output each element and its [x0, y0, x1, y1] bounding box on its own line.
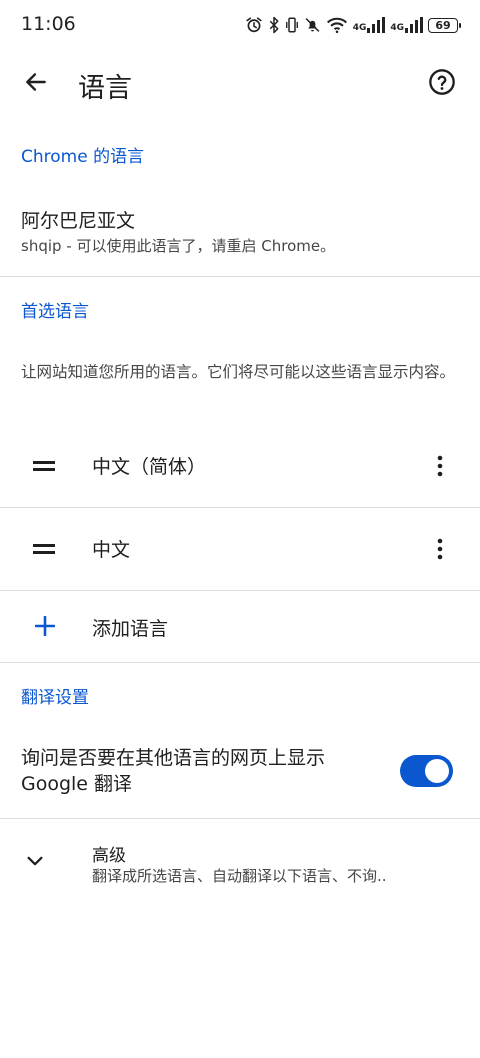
page-title: 语言 [78, 73, 132, 104]
network-type-2: 4G [390, 23, 404, 33]
current-language-name: 阿尔巴尼亚文 [21, 210, 136, 232]
status-icons: 4G 4G 69 [245, 14, 461, 36]
more-options-button[interactable] [422, 531, 458, 567]
advanced-subtitle: 翻译成所选语言、自动翻译以下语言、不询.. [92, 867, 387, 885]
add-language-label: 添加语言 [92, 618, 169, 640]
bluetooth-icon [269, 16, 279, 34]
offer-translate-row[interactable]: 询问是否要在其他语言的网页上显示 Google 翻译 [0, 735, 480, 815]
help-icon [429, 69, 455, 95]
arrow-back-icon [26, 73, 46, 91]
vibrate-icon [285, 17, 298, 33]
mute-icon [305, 18, 320, 32]
language-name: 中文 [92, 539, 131, 561]
current-language-subtitle: shqip - 可以使用此语言了，请重启 Chrome。 [21, 237, 336, 255]
divider [0, 662, 480, 663]
alarm-icon [246, 17, 262, 33]
status-time: 11:06 [21, 13, 76, 35]
signal-icon-2: 4G [390, 17, 423, 33]
chrome-language-item[interactable]: 阿尔巴尼亚文 shqip - 可以使用此语言了，请重启 Chrome。 [0, 190, 480, 275]
advanced-title: 高级 [92, 846, 126, 866]
plus-icon [35, 616, 55, 636]
more-vert-icon [437, 455, 443, 477]
wifi-icon [326, 17, 347, 34]
chevron-down-icon [27, 856, 43, 866]
help-button[interactable] [420, 60, 464, 104]
section-header-preferred-languages: 首选语言 [21, 302, 89, 322]
offer-translate-toggle[interactable] [400, 755, 453, 787]
battery-level: 69 [435, 18, 451, 32]
app-bar: 语言 [0, 50, 480, 118]
preferred-languages-description: 让网站知道您所用的语言。它们将尽可能以这些语言显示内容。 [21, 363, 456, 381]
offer-translate-label: 询问是否要在其他语言的网页上显示 Google 翻译 [21, 747, 326, 795]
drag-handle-icon[interactable] [33, 544, 55, 554]
advanced-row[interactable]: 高级 翻译成所选语言、自动翻译以下语言、不询.. [0, 825, 480, 900]
divider [0, 818, 480, 819]
network-type-1: 4G [352, 23, 367, 33]
signal-icon: 4G [353, 17, 386, 33]
drag-handle-icon[interactable] [33, 461, 55, 471]
divider [0, 276, 480, 277]
language-row[interactable]: 中文（简体） [0, 424, 480, 506]
language-name: 中文（简体） [92, 456, 207, 478]
toggle-knob [425, 759, 449, 783]
section-header-chrome-language: Chrome 的语言 [21, 147, 145, 167]
section-header-translate-settings: 翻译设置 [21, 688, 89, 708]
status-bar: 11:06 4G 4G 69 [0, 0, 480, 50]
language-row[interactable]: 中文 [0, 507, 480, 589]
more-options-button[interactable] [422, 448, 458, 484]
add-language-button[interactable]: 添加语言 [0, 590, 480, 662]
battery-icon: 69 [428, 17, 461, 33]
more-vert-icon [437, 538, 443, 560]
back-button[interactable] [14, 60, 58, 104]
